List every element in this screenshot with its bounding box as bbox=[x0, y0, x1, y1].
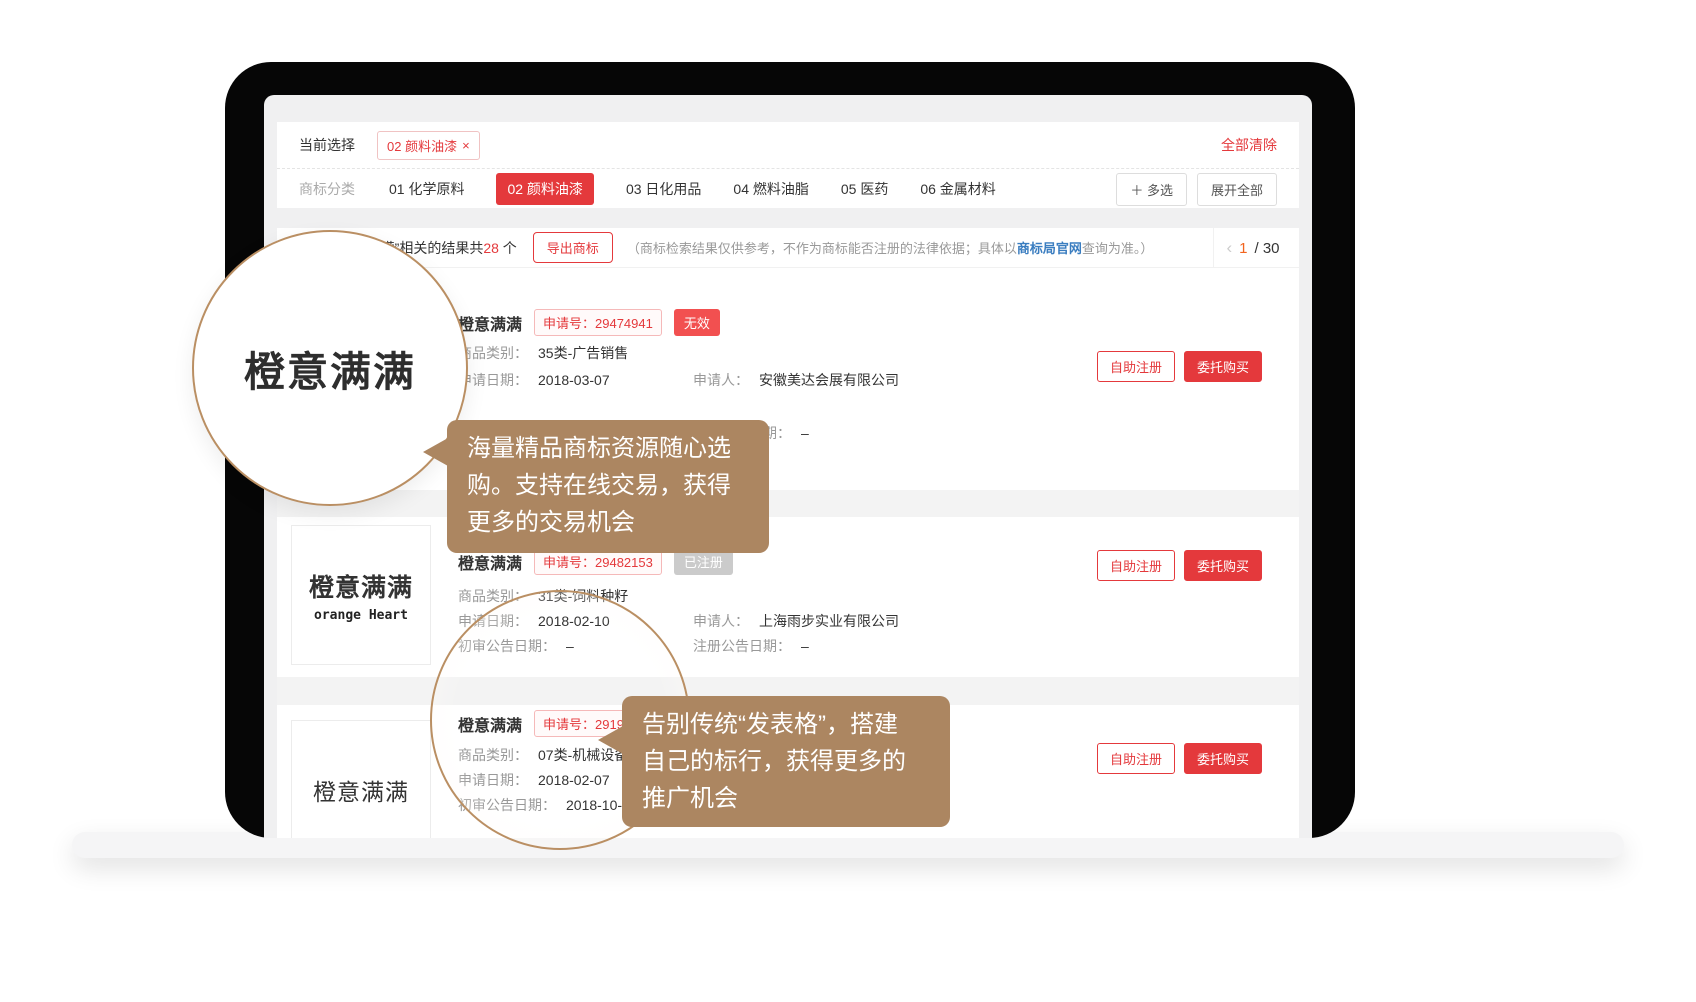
field-label: 申请人： bbox=[693, 372, 749, 388]
filter-panel: 当前选择 02 颜料油漆 × 全部清除 商标分类 01 化学原料 02 颜料油漆… bbox=[277, 122, 1299, 208]
field-value: 2018-03-07 bbox=[538, 372, 610, 388]
field-label: 初审公告日期： bbox=[458, 797, 556, 813]
field-value: 2018-02-07 bbox=[538, 772, 610, 788]
field-label: 申请日期： bbox=[458, 772, 528, 788]
category-item-05[interactable]: 05 医药 bbox=[841, 179, 888, 199]
disclaimer-text: （商标检索结果仅供参考，不作为商标能否注册的法律依据；具体以 bbox=[627, 241, 1017, 256]
expand-all-button[interactable]: 展开全部 bbox=[1197, 173, 1277, 206]
category-item-04[interactable]: 04 燃料油脂 bbox=[733, 179, 808, 199]
category-row: 商标分类 01 化学原料 02 颜料油漆 03 日化用品 04 燃料油脂 05 … bbox=[277, 170, 1299, 208]
field-label: 商品类别： bbox=[458, 747, 528, 763]
row-actions: 自助注册 委托购买 bbox=[1097, 550, 1262, 581]
trademark-image-text: 橙意满满 bbox=[309, 568, 413, 604]
result-row-2: 橙意满满 orange Heart 橙意满满 申请号：29482153 已注册 … bbox=[277, 517, 1299, 677]
field-label: 商品类别： bbox=[458, 588, 528, 604]
trademark-name: 橙意满满 bbox=[458, 550, 522, 574]
field-value: 31类-饲料种籽 bbox=[538, 588, 628, 604]
category-item-01[interactable]: 01 化学原料 bbox=[389, 179, 464, 199]
applicant-field: 申请人： 上海雨步实业有限公司 bbox=[693, 611, 899, 631]
first-notice-field: 初审公告日期：2018-10-06 bbox=[458, 795, 638, 815]
field-label: 申请人： bbox=[693, 613, 749, 629]
apply-date-field: 申请日期： 2018-02-07 bbox=[458, 770, 610, 790]
category-item-02-selected[interactable]: 02 颜料油漆 bbox=[496, 173, 593, 205]
field-value: – bbox=[801, 425, 809, 441]
results-header: 检索到“橙意满满”相关的结果共28 个 导出商标 （商标检索结果仅供参考，不作为… bbox=[277, 228, 1299, 268]
results-disclaimer: （商标检索结果仅供参考，不作为商标能否注册的法律依据；具体以商标局官网查询为准。… bbox=[627, 238, 1154, 257]
current-selection-label: 当前选择 bbox=[299, 135, 355, 155]
field-value: 35类-广告销售 bbox=[538, 345, 628, 361]
callout-arrow-left-icon bbox=[598, 726, 623, 754]
field-label: 初审公告日期： bbox=[458, 638, 556, 654]
self-register-button[interactable]: 自助注册 bbox=[1097, 351, 1175, 382]
results-count: 28 bbox=[483, 240, 499, 256]
pagination-current: 1 bbox=[1239, 240, 1247, 257]
disclaimer-text-end: 查询为准。） bbox=[1082, 241, 1154, 256]
field-label: 申请日期： bbox=[458, 613, 528, 629]
current-selection-row: 当前选择 02 颜料油漆 × 全部清除 bbox=[277, 122, 1299, 169]
trademark-image-text: 橙意满满 bbox=[313, 773, 409, 807]
field-label: 商品类别： bbox=[458, 345, 528, 361]
results-unit: 个 bbox=[503, 240, 517, 256]
category-field: 商品类别： 31类-饲料种籽 bbox=[458, 586, 628, 606]
row-actions: 自助注册 委托购买 bbox=[1097, 351, 1262, 382]
field-value: 上海雨步实业有限公司 bbox=[759, 613, 899, 629]
first-notice-field: 初审公告日期：– bbox=[458, 636, 574, 656]
category-item-03[interactable]: 03 日化用品 bbox=[626, 179, 701, 199]
field-label: 注册公告日期： bbox=[693, 638, 791, 654]
entrust-buy-button[interactable]: 委托购买 bbox=[1184, 550, 1262, 581]
magnified-trademark-text: 橙意满满 bbox=[244, 338, 416, 398]
remove-filter-icon[interactable]: × bbox=[462, 138, 470, 153]
entrust-buy-button[interactable]: 委托购买 bbox=[1184, 351, 1262, 382]
apply-date-field: 申请日期： 2018-03-07 bbox=[458, 370, 610, 390]
trademark-name: 橙意满满 bbox=[458, 311, 522, 335]
pagination-prev-icon[interactable]: ‹ bbox=[1226, 238, 1232, 258]
field-label: 申请日期： bbox=[458, 372, 528, 388]
category-item-06[interactable]: 06 金属材料 bbox=[920, 179, 995, 199]
trademark-image-3: 橙意满满 bbox=[291, 720, 431, 838]
field-value: – bbox=[566, 638, 574, 654]
selected-filter-tag[interactable]: 02 颜料油漆 × bbox=[377, 131, 480, 160]
trademark-name: 橙意满满 bbox=[458, 712, 522, 736]
field-value: 2018-02-10 bbox=[538, 613, 610, 629]
pagination: ‹ 1 / 30 bbox=[1213, 228, 1299, 268]
trademark-image-2: 橙意满满 orange Heart bbox=[291, 525, 431, 665]
applicant-field: 申请人： 安徽美达会展有限公司 bbox=[693, 370, 899, 390]
pagination-total: / 30 bbox=[1254, 240, 1279, 257]
row-divider bbox=[277, 490, 1299, 517]
entrust-buy-button[interactable]: 委托购买 bbox=[1184, 743, 1262, 774]
page: 当前选择 02 颜料油漆 × 全部清除 商标分类 01 化学原料 02 颜料油漆… bbox=[0, 0, 1696, 1002]
callout-bubble-marketplace: 海量精品商标资源随心选 购。支持在线交易，获得 更多的交易机会 bbox=[447, 420, 769, 553]
result-title-row: 橙意满满 申请号：29474941 无效 bbox=[458, 309, 720, 336]
category-row-label: 商标分类 bbox=[299, 179, 355, 199]
export-trademarks-button[interactable]: 导出商标 bbox=[533, 232, 613, 263]
trademark-office-link[interactable]: 商标局官网 bbox=[1017, 241, 1082, 256]
callout-arrow-left-icon bbox=[423, 438, 448, 466]
self-register-button[interactable]: 自助注册 bbox=[1097, 550, 1175, 581]
selected-filter-tag-label: 02 颜料油漆 bbox=[387, 136, 457, 155]
self-register-button[interactable]: 自助注册 bbox=[1097, 743, 1175, 774]
row-actions: 自助注册 委托购买 bbox=[1097, 743, 1262, 774]
category-actions: ＋ 多选 展开全部 bbox=[1116, 173, 1277, 206]
trademark-image-subtext: orange Heart bbox=[314, 608, 408, 623]
field-value: – bbox=[801, 638, 809, 654]
status-badge-invalid: 无效 bbox=[674, 309, 720, 336]
multi-select-button[interactable]: ＋ 多选 bbox=[1116, 173, 1187, 206]
reg-notice-field: 注册公告日期：– bbox=[693, 636, 809, 656]
apply-date-field: 申请日期： 2018-02-10 bbox=[458, 611, 610, 631]
application-number-tag: 申请号：29474941 bbox=[534, 309, 662, 336]
callout-bubble-promotion: 告别传统“发表格”，搭建 自己的标行，获得更多的 推广机会 bbox=[622, 696, 950, 827]
clear-all-link[interactable]: 全部清除 bbox=[1221, 135, 1277, 155]
field-value: 安徽美达会展有限公司 bbox=[759, 372, 899, 388]
category-field: 商品类别： 35类-广告销售 bbox=[458, 343, 628, 363]
